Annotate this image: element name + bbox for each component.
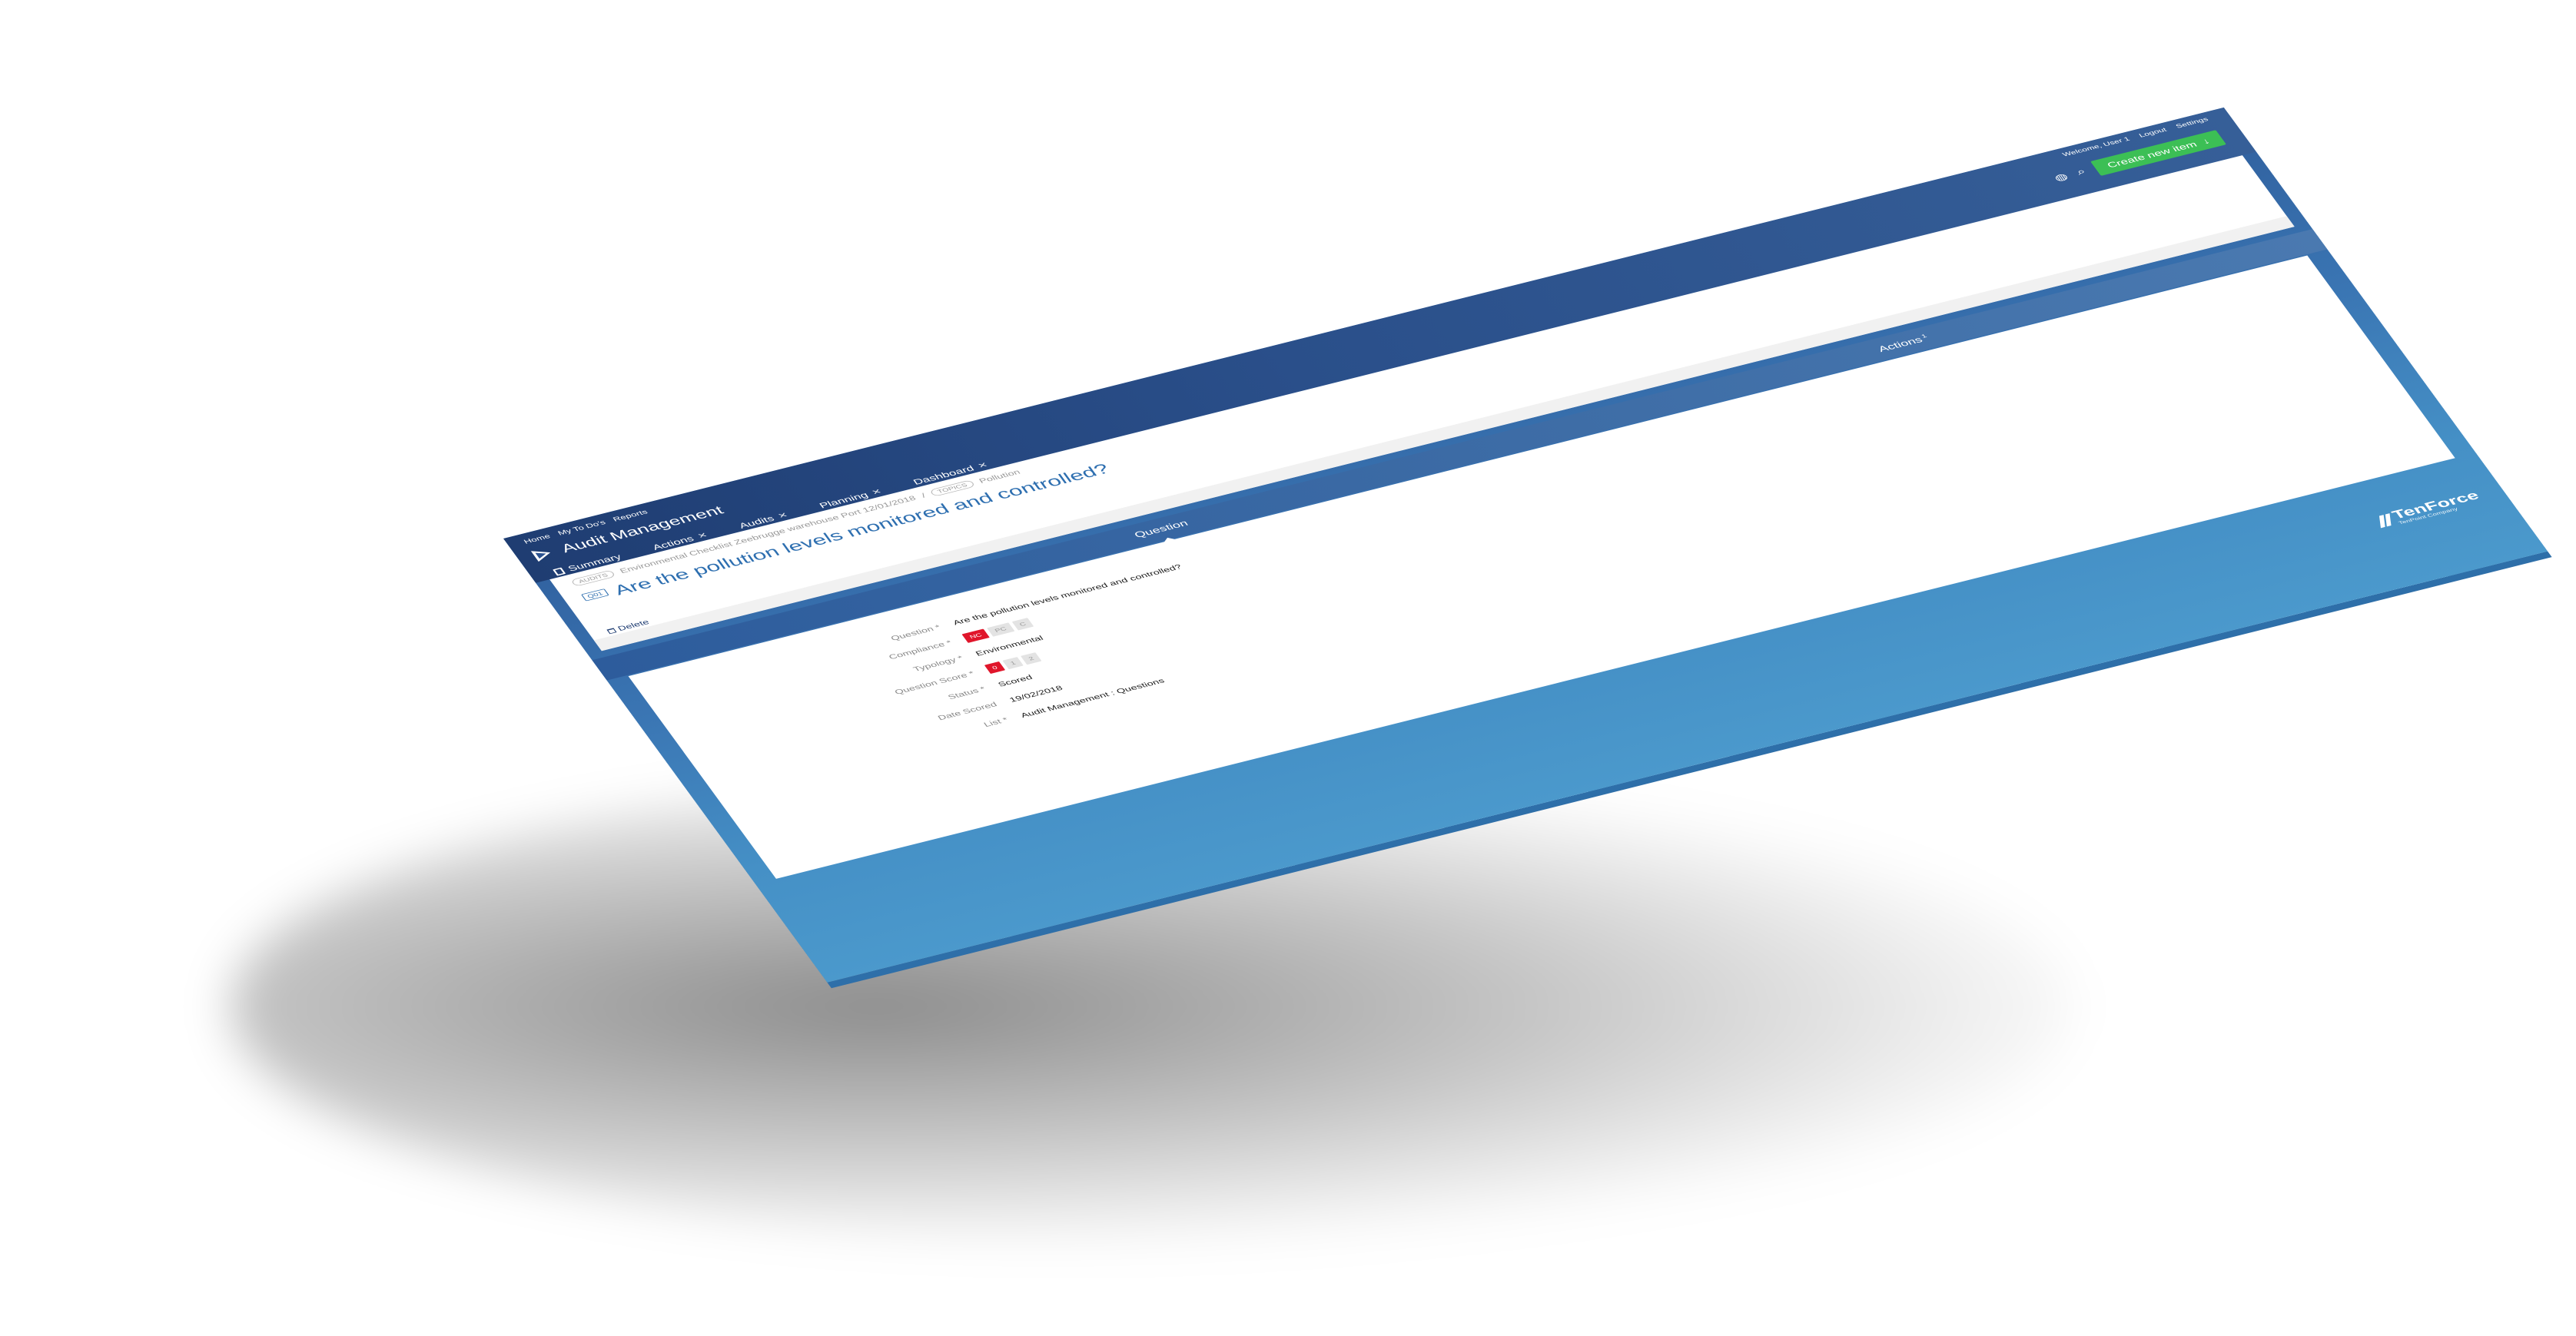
summary-doc-icon — [552, 567, 566, 576]
label-text: Status — [946, 686, 981, 701]
score-option-2[interactable]: 2 — [1021, 652, 1042, 665]
close-icon[interactable]: ✕ — [870, 487, 884, 496]
required-mark: * — [933, 623, 943, 632]
arrow-down-icon: ↓ — [2199, 136, 2213, 146]
required-mark: * — [978, 685, 988, 693]
play-icon[interactable] — [530, 547, 555, 562]
globe-icon[interactable]: ◍ — [2052, 171, 2071, 184]
delete-label: Delete — [616, 618, 651, 633]
close-icon[interactable]: ✕ — [976, 461, 990, 470]
tab-actions-label: Actions — [1876, 335, 1925, 354]
close-icon[interactable]: ✕ — [776, 511, 790, 520]
trash-icon — [606, 628, 617, 634]
app-window: Home My To Do's Reports Welcome, User 1 … — [503, 107, 2548, 983]
required-mark: * — [955, 654, 965, 662]
close-icon[interactable]: ✕ — [695, 531, 709, 540]
logo-wordmark: TenForce TenPoint Company — [2389, 489, 2485, 525]
compliance-option-nc[interactable]: NC — [961, 628, 990, 643]
required-mark: * — [944, 638, 954, 647]
logo-mark — [2375, 512, 2394, 529]
delete-button[interactable]: Delete — [606, 618, 651, 635]
required-mark: * — [967, 669, 977, 678]
breadcrumb-separator: / — [919, 492, 928, 499]
label-text: List — [981, 718, 1004, 729]
compliance-option-c[interactable]: C — [1011, 618, 1034, 631]
required-mark: * — [1001, 715, 1011, 724]
logout-link[interactable]: Logout — [2138, 127, 2168, 139]
compliance-option-pc[interactable]: PC — [987, 622, 1014, 637]
nav-home-link[interactable]: Home — [523, 533, 553, 545]
tab-actions-detail[interactable]: Actions1 — [1876, 333, 1930, 354]
score-option-1[interactable]: 1 — [1002, 657, 1024, 670]
audits-pill: AUDITS — [570, 569, 616, 587]
search-icon[interactable]: ⌕ — [2074, 167, 2088, 177]
settings-link[interactable]: Settings — [2175, 117, 2210, 130]
tenforce-logo: TenForce TenPoint Company — [2374, 489, 2485, 529]
question-badge: Q01 — [580, 588, 609, 602]
